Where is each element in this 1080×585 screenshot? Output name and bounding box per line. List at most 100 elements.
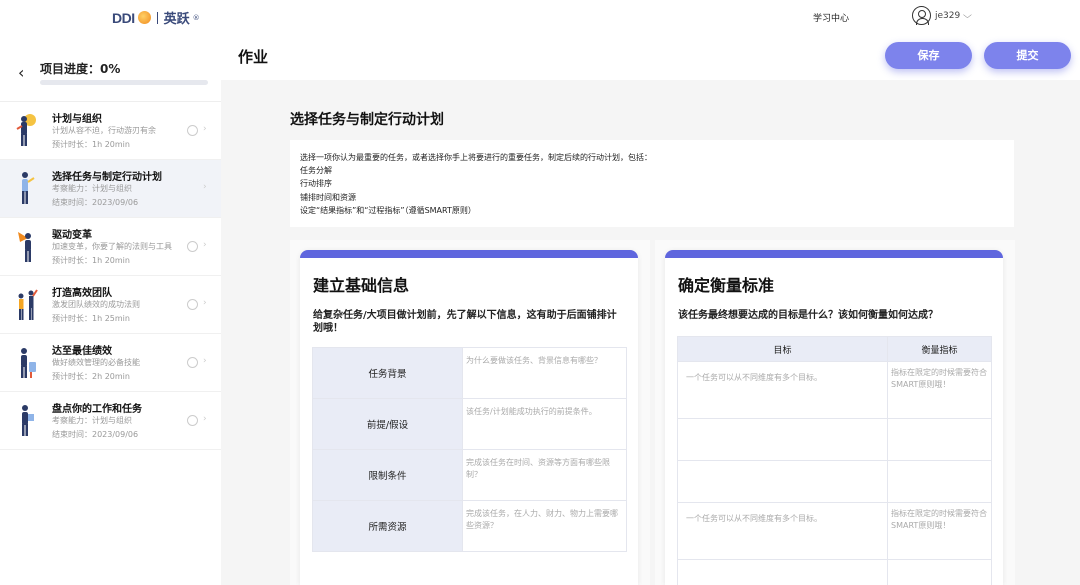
ddi-logo[interactable]: DDI 英跃 ® <box>112 8 200 28</box>
row-label: 所需资源 <box>312 500 463 552</box>
logo-sun-icon <box>137 11 151 24</box>
task-subtitle: 加速变革，你要了解的法则与工具 <box>52 242 172 251</box>
task-item-build-team[interactable]: 打造高效团队 激发团队绩效的成功法则 预计时长：1h 25min › <box>0 276 221 334</box>
card-description: 该任务最终想要达成的目标是什么？该如何衡量如何达成？ <box>678 310 938 321</box>
task-title: 达至最佳绩效 <box>52 346 112 357</box>
task-status-radio <box>187 299 198 310</box>
row-label: 前提/假设 <box>312 398 463 450</box>
row-label: 限制条件 <box>312 449 463 501</box>
task-title: 打造高效团队 <box>52 288 112 299</box>
task-meta: 结束时间：2023/09/06 <box>52 430 139 439</box>
task-meta: 预计时长：2h 20min <box>52 372 130 381</box>
goal-field[interactable] <box>677 559 888 585</box>
assumption-field[interactable]: 该任务/计划能成功执行的前提条件。 <box>462 398 627 450</box>
goal-field[interactable]: 一个任务可以从不同维度有多个目标。 <box>677 502 888 560</box>
basic-info-card: 建立基础信息 给复杂任务/大项目做计划前，先了解以下信息，这有助于后面铺排计划哦… <box>300 250 638 585</box>
page-title: 作业 <box>238 48 269 66</box>
task-title: 计划与组织 <box>52 114 102 125</box>
basic-info-table: 任务背景 为什么要做该任务、背景信息有哪些？ 前提/假设 该任务/计划能成功执行… <box>312 347 627 552</box>
table-row: 任务背景 为什么要做该任务、背景信息有哪些？ <box>312 347 627 399</box>
instruction-line: 设定“结果指标”和“过程指标”（遵循SMART原则） <box>300 205 476 215</box>
task-item-planning[interactable]: 计划与组织 计划从容不迫，行动游刃有余 预计时长：1h 20min › <box>0 102 221 160</box>
page-header: 作业 保存 提交 <box>221 34 1080 80</box>
card-description: 给复杂任务/大项目做计划前，先了解以下信息，这有助于后面铺排计划哦！ <box>313 310 617 334</box>
instruction-line: 行动排序 <box>300 179 332 189</box>
metrics-panel: 确定衡量标准 该任务最终想要达成的目标是什么？该如何衡量如何达成？ 目标 衡量指… <box>655 240 1015 585</box>
figure-team-icon <box>18 289 38 320</box>
back-arrow-icon[interactable]: ‹ <box>18 63 24 82</box>
goal-field[interactable]: 一个任务可以从不同维度有多个目标。 <box>677 361 888 419</box>
table-header-row: 目标 衡量指标 <box>677 336 992 362</box>
instruction-line: 选择一项你认为最重要的任务，或者选择你手上将要进行的重要任务，制定后续的行动计划… <box>300 153 652 162</box>
constraints-field[interactable]: 完成该任务在时间、资源等方面有哪些限制？ <box>462 449 627 501</box>
task-status-radio <box>187 241 198 252</box>
task-item-best-performance[interactable]: 达至最佳绩效 做好绩效管理的必备技能 预计时长：2h 20min › <box>0 334 221 392</box>
user-avatar-icon <box>912 6 931 25</box>
task-subtitle: 考察能力：计划与组织 <box>52 416 132 425</box>
task-meta: 结束时间：2023/09/06 <box>52 198 139 207</box>
task-item-select-task[interactable]: 选择任务与制定行动计划 考察能力：计划与组织 结束时间：2023/09/06 › <box>0 160 221 218</box>
user-menu[interactable]: je329 ⌵ <box>912 6 973 25</box>
task-meta: 预计时长：1h 20min <box>52 140 130 149</box>
figure-review-icon <box>22 405 34 436</box>
save-button[interactable]: 保存 <box>885 42 972 69</box>
instructions-box: 选择一项你认为最重要的任务，或者选择你手上将要进行的重要任务，制定后续的行动计划… <box>290 140 1014 227</box>
metric-field[interactable] <box>887 460 992 503</box>
chevron-right-icon: › <box>203 356 207 366</box>
main-content: 选择任务与制定行动计划 选择一项你认为最重要的任务，或者选择你手上将要进行的重要… <box>221 80 1080 585</box>
table-row <box>677 460 992 503</box>
chevron-right-icon: › <box>203 124 207 134</box>
figure-change-icon <box>18 232 31 262</box>
chevron-right-icon: › <box>203 298 207 308</box>
metric-field[interactable] <box>887 559 992 585</box>
metrics-table: 目标 衡量指标 一个任务可以从不同维度有多个目标。 指标在限定的时候需要符合SM… <box>677 336 992 585</box>
figure-performance-icon <box>21 348 36 378</box>
task-meta: 预计时长：1h 20min <box>52 256 130 265</box>
metric-field[interactable]: 指标在限定的时候需要符合SMART原则哦！ <box>887 361 992 419</box>
logo-brand: 英跃 <box>163 12 190 27</box>
task-subtitle: 做好绩效管理的必备技能 <box>52 358 140 367</box>
table-row: 一个任务可以从不同维度有多个目标。 指标在限定的时候需要符合SMART原则哦！ <box>677 361 992 419</box>
column-header-goal: 目标 <box>677 336 888 362</box>
task-item-review-work[interactable]: 盘点你的工作和任务 考察能力：计划与组织 结束时间：2023/09/06 › <box>0 392 221 450</box>
task-title: 驱动变革 <box>52 230 92 241</box>
instruction-line: 任务分解 <box>300 166 332 176</box>
submit-button[interactable]: 提交 <box>984 42 1071 69</box>
task-subtitle: 激发团队绩效的成功法则 <box>52 300 140 309</box>
top-bar: DDI 英跃 ® 学习中心 je329 ⌵ <box>0 0 1080 34</box>
row-label: 任务背景 <box>312 347 463 399</box>
task-subtitle: 考察能力：计划与组织 <box>52 184 132 193</box>
card-title: 建立基础信息 <box>313 276 410 295</box>
resources-field[interactable]: 完成该任务，在人力、财力、物力上需要哪些资源？ <box>462 500 627 552</box>
table-row: 所需资源 完成该任务，在人力、财力、物力上需要哪些资源？ <box>312 500 627 552</box>
metric-field[interactable] <box>887 418 992 461</box>
task-status-radio <box>187 357 198 368</box>
task-title: 盘点你的工作和任务 <box>52 404 142 415</box>
task-meta: 预计时长：1h 25min <box>52 314 130 323</box>
learning-center-link[interactable]: 学习中心 <box>813 11 849 24</box>
table-row <box>677 418 992 461</box>
progress-bar <box>40 80 208 85</box>
progress-label: 项目进度：0% <box>40 62 121 76</box>
goal-field[interactable] <box>677 418 888 461</box>
chevron-right-icon: › <box>203 414 207 424</box>
table-row: 前提/假设 该任务/计划能成功执行的前提条件。 <box>312 398 627 450</box>
username: je329 <box>935 10 961 21</box>
metrics-card: 确定衡量标准 该任务最终想要达成的目标是什么？该如何衡量如何达成？ 目标 衡量指… <box>665 250 1003 585</box>
table-row <box>677 559 992 585</box>
task-status-radio <box>187 415 198 426</box>
task-list: 计划与组织 计划从容不迫，行动游刃有余 预计时长：1h 20min › 选择任务… <box>0 102 221 450</box>
task-item-drive-change[interactable]: 驱动变革 加速变革，你要了解的法则与工具 预计时长：1h 20min › <box>0 218 221 276</box>
metric-field[interactable]: 指标在限定的时候需要符合SMART原则哦！ <box>887 502 992 560</box>
card-title: 确定衡量标准 <box>678 276 775 295</box>
chevron-down-icon: ⌵ <box>963 10 973 21</box>
task-subtitle: 计划从容不迫，行动游刃有余 <box>52 126 156 135</box>
chevron-right-icon: › <box>203 182 207 192</box>
chevron-right-icon: › <box>203 240 207 250</box>
task-status-radio <box>187 125 198 136</box>
task-background-field[interactable]: 为什么要做该任务、背景信息有哪些？ <box>462 347 627 399</box>
goal-field[interactable] <box>677 460 888 503</box>
sidebar: ‹ 项目进度：0% 计划与组织 计划从容不迫，行动游刃有余 预计时长：1h 20… <box>0 34 221 585</box>
column-header-metric: 衡量指标 <box>887 336 992 362</box>
logo-divider <box>156 11 158 24</box>
